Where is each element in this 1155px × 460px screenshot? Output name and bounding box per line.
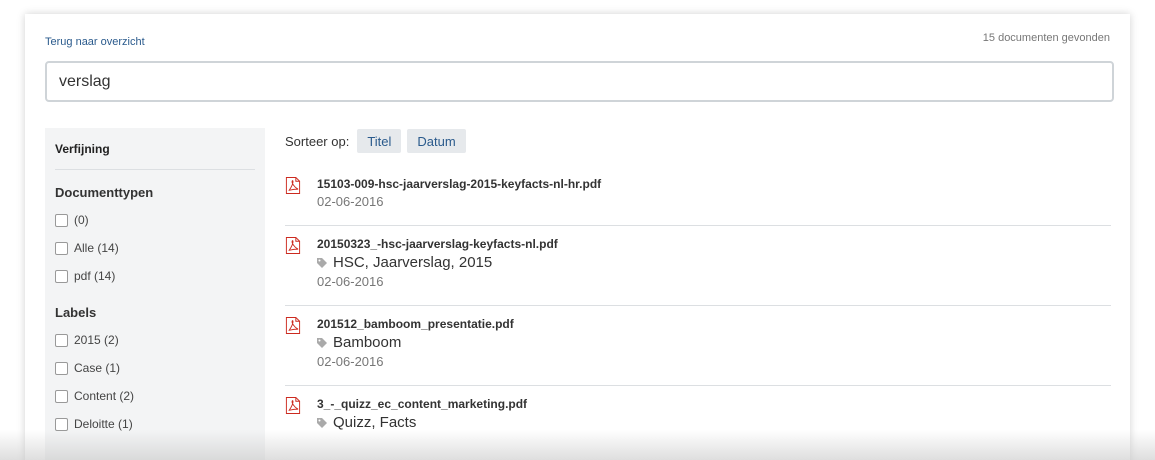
checkbox[interactable] — [55, 213, 68, 227]
checkbox[interactable] — [55, 389, 68, 403]
checkbox[interactable] — [55, 241, 68, 255]
result-tags: HSC, Jaarverslag, 2015 — [317, 253, 558, 273]
result-item[interactable]: 20150323_-hsc-jaarverslag-keyfacts-nl.pd… — [285, 226, 1111, 306]
result-filename[interactable]: 20150323_-hsc-jaarverslag-keyfacts-nl.pd… — [317, 236, 558, 253]
result-tags-text: Bamboom — [333, 334, 402, 351]
result-item[interactable]: 15103-009-hsc-jaarverslag-2015-keyfacts-… — [285, 166, 1111, 226]
result-date: 02-06-2016 — [317, 354, 384, 369]
result-tags-text: HSC, Jaarverslag, 2015 — [333, 254, 493, 271]
result-filename[interactable]: 3_-_quizz_ec_content_marketing.pdf — [317, 396, 527, 413]
result-tags: Quizz, Facts — [317, 413, 527, 433]
back-to-overview-link[interactable]: Terug naar overzicht — [45, 36, 145, 48]
result-tags-text: Quizz, Facts — [333, 414, 417, 431]
result-count: 15 documenten gevonden — [982, 32, 1110, 44]
labels-heading: Labels — [55, 305, 97, 320]
search-input[interactable] — [45, 61, 1114, 102]
filter-option-label: 2015 (2) — [74, 333, 119, 347]
result-tags: Bamboom — [317, 333, 514, 353]
search-results-card: Terug naar overzicht 15 documenten gevon… — [25, 14, 1130, 460]
result-item[interactable]: 3_-_quizz_ec_content_marketing.pdf Quizz… — [285, 386, 1111, 447]
tag-icon — [317, 418, 327, 428]
checkbox[interactable] — [55, 361, 68, 375]
filter-option[interactable]: Case (1) — [55, 354, 255, 382]
tag-icon — [317, 338, 327, 348]
filter-option-label: pdf (14) — [74, 269, 116, 283]
results-panel: Sorteer op: Titel Datum 15103-009-hsc-ja… — [285, 128, 1111, 447]
checkbox[interactable] — [55, 333, 68, 347]
filter-option[interactable]: Deloitte (1) — [55, 410, 255, 438]
filter-option[interactable]: Alle (14) — [55, 234, 255, 262]
document-types-heading: Documenttypen — [55, 185, 154, 200]
checkbox[interactable] — [55, 417, 68, 431]
filter-option[interactable]: (0) — [55, 206, 255, 234]
result-date: 02-06-2016 — [317, 274, 384, 289]
filter-option-label: Deloitte (1) — [74, 417, 133, 431]
result-date: 02-06-2016 — [317, 194, 384, 209]
filter-option[interactable]: Content (2) — [55, 382, 255, 410]
checkbox[interactable] — [55, 269, 68, 283]
sort-by-title-button[interactable]: Titel — [357, 129, 402, 153]
filter-option-label: (0) — [74, 213, 89, 227]
results-list: 15103-009-hsc-jaarverslag-2015-keyfacts-… — [285, 166, 1111, 447]
sort-by-date-button[interactable]: Datum — [407, 129, 466, 153]
filter-option-label: Case (1) — [74, 361, 121, 375]
pdf-file-icon — [285, 317, 301, 334]
pdf-file-icon — [285, 397, 301, 414]
tag-icon — [317, 258, 327, 268]
filter-option[interactable]: pdf (14) — [55, 262, 255, 290]
result-filename[interactable]: 201512_bamboom_presentatie.pdf — [317, 316, 514, 333]
refinement-sidebar: Verfijning Documenttypen (0) Alle (14) p… — [45, 128, 265, 460]
pdf-file-icon — [285, 237, 301, 254]
filter-option-label: Content (2) — [74, 389, 135, 403]
sort-bar: Sorteer op: Titel Datum — [285, 128, 1111, 154]
filter-option-label: Alle (14) — [74, 241, 119, 255]
filter-option[interactable]: 2015 (2) — [55, 326, 255, 354]
refinement-title: Verfijning — [55, 128, 255, 170]
result-filename[interactable]: 15103-009-hsc-jaarverslag-2015-keyfacts-… — [317, 176, 601, 193]
sort-label: Sorteer op: — [285, 133, 350, 149]
result-item[interactable]: 201512_bamboom_presentatie.pdf Bamboom 0… — [285, 306, 1111, 386]
pdf-file-icon — [285, 177, 301, 194]
